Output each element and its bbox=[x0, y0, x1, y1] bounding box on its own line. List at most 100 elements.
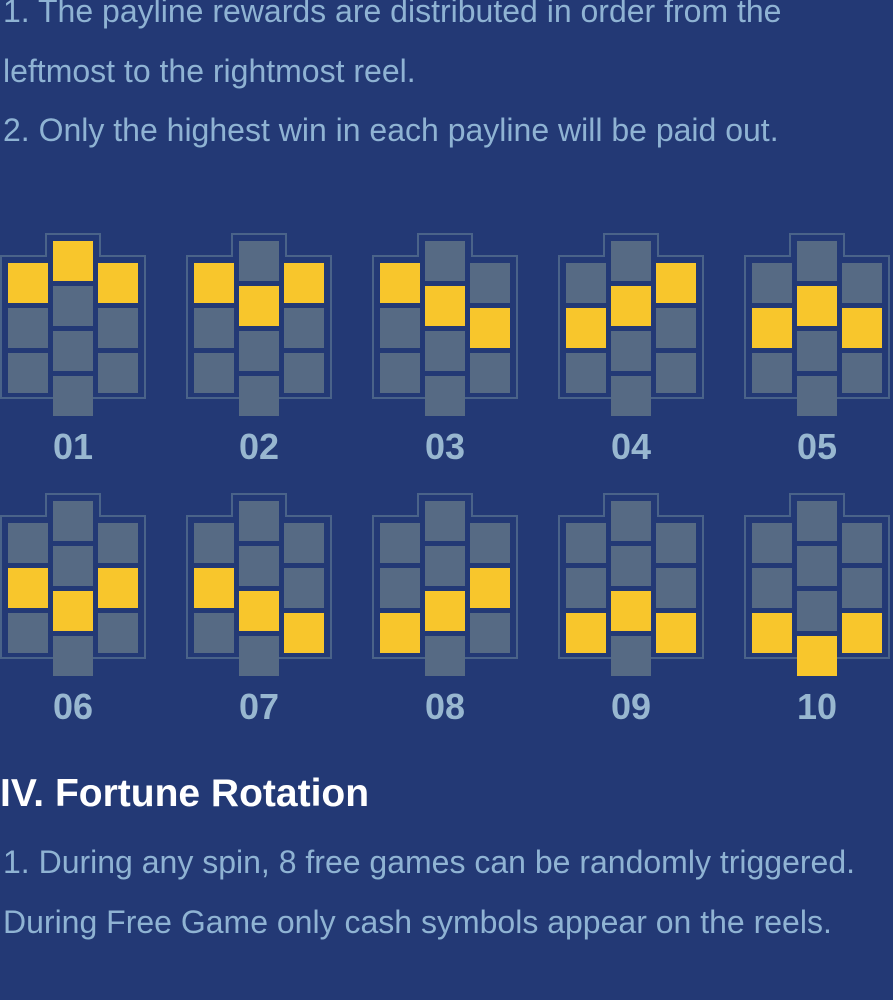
payline-cell bbox=[425, 636, 465, 676]
payline-number: 06 bbox=[52, 686, 94, 727]
payline-cell-highlighted bbox=[797, 286, 837, 326]
payline-cell-highlighted bbox=[239, 591, 279, 631]
payline-cell bbox=[284, 568, 324, 608]
payline-number: 02 bbox=[238, 426, 280, 467]
payline-cell bbox=[470, 613, 510, 653]
payline-cell bbox=[656, 523, 696, 563]
payline-cell-highlighted bbox=[611, 591, 651, 631]
payline-cell bbox=[194, 613, 234, 653]
payline-cell bbox=[842, 263, 882, 303]
payline-cell bbox=[470, 523, 510, 563]
section-title: IV. Fortune Rotation bbox=[0, 772, 370, 815]
payline-cell bbox=[611, 376, 651, 416]
payline-cell bbox=[797, 376, 837, 416]
payline-cell bbox=[425, 331, 465, 371]
payline-cell bbox=[98, 353, 138, 393]
payline-cell bbox=[239, 636, 279, 676]
payline-cell bbox=[53, 546, 93, 586]
payline-cell-highlighted bbox=[752, 308, 792, 348]
payline-diagram bbox=[558, 493, 704, 676]
payline-cell bbox=[98, 308, 138, 348]
payline-diagram bbox=[744, 233, 890, 416]
payline-cell bbox=[8, 523, 48, 563]
payline-cell bbox=[98, 613, 138, 653]
payline-cell bbox=[8, 308, 48, 348]
payline-cell bbox=[239, 241, 279, 281]
payline-02: 02 bbox=[186, 233, 332, 467]
payline-cell bbox=[797, 546, 837, 586]
payline-diagram bbox=[744, 493, 890, 676]
payline-cell-highlighted bbox=[752, 613, 792, 653]
payline-cell bbox=[842, 523, 882, 563]
payline-cell bbox=[425, 241, 465, 281]
payline-cell bbox=[611, 636, 651, 676]
payline-cell-highlighted bbox=[380, 263, 420, 303]
payline-number: 05 bbox=[796, 426, 838, 467]
payline-cell bbox=[98, 523, 138, 563]
payline-cell bbox=[53, 376, 93, 416]
payline-cell-highlighted bbox=[566, 613, 606, 653]
payline-cell bbox=[470, 263, 510, 303]
payline-cell bbox=[797, 501, 837, 541]
payline-cell-highlighted bbox=[425, 286, 465, 326]
payline-cell bbox=[611, 546, 651, 586]
payline-diagram bbox=[0, 233, 146, 416]
payline-cell bbox=[842, 353, 882, 393]
payline-cell bbox=[611, 331, 651, 371]
payline-diagram bbox=[558, 233, 704, 416]
payline-cell bbox=[239, 501, 279, 541]
payline-cell-highlighted bbox=[470, 568, 510, 608]
payline-cell-highlighted bbox=[53, 591, 93, 631]
payline-cell-highlighted bbox=[194, 263, 234, 303]
payline-cell bbox=[797, 591, 837, 631]
payline-cell bbox=[752, 353, 792, 393]
payline-cell bbox=[380, 568, 420, 608]
payline-number: 07 bbox=[238, 686, 280, 727]
payline-cell bbox=[752, 263, 792, 303]
payline-diagram bbox=[372, 233, 518, 416]
fortune-rotation-rule-1: 1. During any spin, 8 free games can be … bbox=[3, 844, 856, 940]
payline-cell bbox=[380, 523, 420, 563]
payline-cell-highlighted bbox=[611, 286, 651, 326]
payline-number: 08 bbox=[424, 686, 466, 727]
payline-rule-1: 1. The payline rewards are distributed i… bbox=[3, 0, 782, 89]
payline-cell bbox=[380, 353, 420, 393]
payline-cell bbox=[566, 568, 606, 608]
payline-cell-highlighted bbox=[284, 613, 324, 653]
payline-cell bbox=[425, 501, 465, 541]
payline-09: 09 bbox=[558, 493, 704, 727]
payline-cell bbox=[566, 353, 606, 393]
payline-cell bbox=[53, 331, 93, 371]
payline-cell-highlighted bbox=[797, 636, 837, 676]
payline-cell bbox=[425, 546, 465, 586]
payline-cell-highlighted bbox=[842, 308, 882, 348]
payline-diagram bbox=[186, 493, 332, 676]
payline-cell bbox=[53, 286, 93, 326]
payline-cell bbox=[752, 523, 792, 563]
payline-04: 04 bbox=[558, 233, 704, 467]
payline-05: 05 bbox=[744, 233, 890, 467]
payline-cell bbox=[8, 613, 48, 653]
payline-cell bbox=[656, 308, 696, 348]
payline-number: 09 bbox=[610, 686, 652, 727]
payline-cell bbox=[656, 353, 696, 393]
payline-cell bbox=[656, 568, 696, 608]
payline-number: 04 bbox=[610, 426, 652, 467]
payline-10: 10 bbox=[744, 493, 890, 727]
payline-cell-highlighted bbox=[8, 263, 48, 303]
payline-diagram bbox=[372, 493, 518, 676]
payline-number: 10 bbox=[796, 686, 838, 727]
payline-cell-highlighted bbox=[656, 613, 696, 653]
payline-cell bbox=[239, 331, 279, 371]
payline-cell bbox=[470, 353, 510, 393]
payline-07: 07 bbox=[186, 493, 332, 727]
payline-cell-highlighted bbox=[566, 308, 606, 348]
payline-06: 06 bbox=[0, 493, 146, 727]
payline-cell bbox=[284, 353, 324, 393]
payline-08: 08 bbox=[372, 493, 518, 727]
payline-cell bbox=[239, 546, 279, 586]
payline-cell-highlighted bbox=[98, 568, 138, 608]
payline-cell bbox=[284, 308, 324, 348]
payline-cell bbox=[566, 263, 606, 303]
payline-cell-highlighted bbox=[470, 308, 510, 348]
